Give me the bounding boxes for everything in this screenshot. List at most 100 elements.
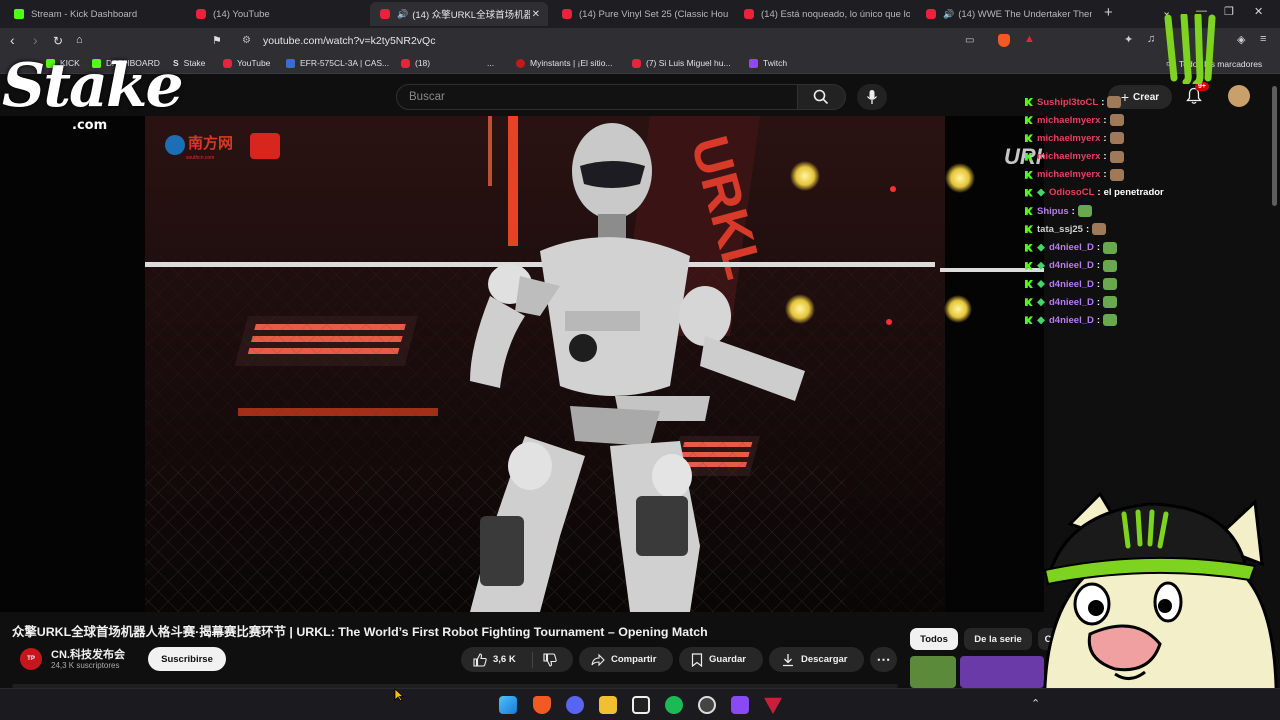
voice-search-button[interactable] xyxy=(857,84,887,110)
close-tab-icon[interactable]: ✕ xyxy=(532,9,540,20)
close-window-icon[interactable]: ✕ xyxy=(1254,5,1263,18)
vpn-icon[interactable]: ◈ xyxy=(1237,33,1245,46)
reload-icon[interactable]: ↻ xyxy=(53,34,63,48)
bookmark-twitch[interactable]: Twitch xyxy=(749,58,787,68)
save-button[interactable]: Guardar xyxy=(679,647,763,672)
app-grid-icon[interactable] xyxy=(731,696,749,714)
bookmark-casio[interactable]: EFR-575CL-3A | CAS... xyxy=(286,58,389,68)
recommended-thumbnail[interactable] xyxy=(960,656,1044,688)
discord-icon[interactable] xyxy=(566,696,584,714)
like-button[interactable]: 3,6 K xyxy=(461,651,533,668)
chat-username[interactable]: d4nieel_D xyxy=(1049,260,1094,271)
search-placeholder: Buscar xyxy=(409,91,445,103)
tab-undertaker[interactable]: 🔊 (14) WWE The Undertaker Them xyxy=(916,2,1092,26)
chat-username[interactable]: michaelmyerx xyxy=(1037,169,1100,180)
tab-robot-fight-video[interactable]: 🔊 (14) 众擎URKL全球首场机器人格斗赛 ✕ xyxy=(370,2,548,26)
thumbs-down-icon xyxy=(543,652,557,667)
obs-icon[interactable] xyxy=(632,696,650,714)
brave-browser-icon[interactable] xyxy=(533,696,551,714)
chat-separator: : xyxy=(1096,296,1101,308)
youtube-icon xyxy=(632,58,641,68)
chip-all[interactable]: Todos xyxy=(910,628,958,650)
menu-icon[interactable]: ≡ xyxy=(1260,33,1266,45)
chat-separator: : xyxy=(1085,223,1090,235)
chat-username[interactable]: michaelmyerx xyxy=(1037,115,1100,126)
subscribe-button[interactable]: Suscribirse xyxy=(148,647,226,671)
save-label: Guardar xyxy=(709,654,746,665)
bookmark-youtube[interactable]: YouTube xyxy=(223,58,270,68)
search-input[interactable]: Buscar xyxy=(396,84,798,110)
app-icon[interactable] xyxy=(764,697,782,714)
scrollbar-thumb[interactable] xyxy=(1272,86,1277,206)
chat-username[interactable]: Shipus xyxy=(1037,206,1069,217)
tab-title: Stream - Kick Dashboard xyxy=(31,8,138,20)
tab-youtube-home[interactable]: (14) YouTube xyxy=(186,2,368,26)
bookmark-myinstants[interactable]: Myinstants | ¡El sitio... xyxy=(516,58,613,68)
chat-username[interactable]: tata_ssj25 xyxy=(1037,224,1083,235)
search-icon xyxy=(813,89,829,105)
brave-shields-icon[interactable] xyxy=(998,34,1010,47)
steam-icon[interactable] xyxy=(698,696,716,714)
kick-badge-icon xyxy=(1025,207,1033,216)
more-actions-button[interactable]: ⋯ xyxy=(870,647,897,672)
bookmark-label: EFR-575CL-3A | CAS... xyxy=(300,58,390,68)
myinstants-icon xyxy=(516,58,525,68)
bookmark-luis-miguel[interactable]: (7) Si Luis Miguel hu... xyxy=(632,58,731,68)
bookmark-label: (7) Si Luis Miguel hu... xyxy=(646,58,731,68)
kick-badge-icon xyxy=(1025,98,1033,106)
share-button[interactable]: Compartir xyxy=(579,647,673,672)
kick-badge-icon xyxy=(1025,316,1033,325)
download-icon xyxy=(783,653,793,666)
windows-start-icon[interactable] xyxy=(499,696,517,714)
file-explorer-icon[interactable] xyxy=(599,696,617,714)
windows-taskbar: ⌃ xyxy=(0,688,1280,720)
chat-username[interactable]: OdiosoCL xyxy=(1049,187,1094,198)
chat-username[interactable]: d4nieel_D xyxy=(1049,279,1094,290)
forward-icon[interactable]: › xyxy=(33,32,38,48)
notifications-button[interactable]: 9+ xyxy=(1186,82,1209,110)
more-icon: ⋯ xyxy=(876,651,891,667)
maximize-icon[interactable]: ❐ xyxy=(1224,5,1234,18)
video-player[interactable]: URKL 南方网 southcn.com UR xyxy=(0,116,1044,612)
site-settings-icon[interactable]: ⚙ xyxy=(242,35,251,46)
tab-vinyl-set[interactable]: (14) Pure Vinyl Set 25 (Classic House xyxy=(552,2,728,26)
back-icon[interactable]: ‹ xyxy=(10,32,15,48)
stake-logo-domain: .com xyxy=(72,118,108,133)
chat-username[interactable]: michaelmyerx xyxy=(1037,151,1100,162)
tray-chevron-up-icon[interactable]: ⌃ xyxy=(1031,697,1040,710)
chat-separator: : xyxy=(1096,278,1101,290)
bookmark-more[interactable]: ... xyxy=(487,58,494,68)
chip-series[interactable]: De la serie xyxy=(964,628,1032,650)
channel-avatar[interactable]: TP xyxy=(20,648,42,670)
chat-username[interactable]: d4nieel_D xyxy=(1049,315,1094,326)
download-button[interactable]: Descargar xyxy=(769,647,864,672)
home-icon[interactable]: ⌂ xyxy=(76,34,83,46)
chat-username[interactable]: michaelmyerx xyxy=(1037,133,1100,144)
cast-icon[interactable]: ▭ xyxy=(965,35,974,46)
frog-emote-icon xyxy=(1103,278,1118,290)
youtube-icon xyxy=(401,58,410,68)
channel-name[interactable]: CN.科技发布会 xyxy=(51,646,125,662)
spotify-icon[interactable] xyxy=(665,696,683,714)
address-bar[interactable]: ⚙ youtube.com/watch?v=k2ty5NR2vQc ▭ ▲ xyxy=(230,30,1046,52)
cat-emote-icon xyxy=(1109,150,1124,163)
bookmark-18[interactable]: (18) xyxy=(401,58,430,68)
create-label: Crear xyxy=(1133,91,1160,103)
avatar[interactable] xyxy=(1228,85,1250,107)
music-icon[interactable]: ♫ xyxy=(1147,33,1155,45)
brave-rewards-icon[interactable]: ▲ xyxy=(1024,33,1035,45)
recommended-thumbnail[interactable] xyxy=(910,656,956,688)
tab-kick-dashboard[interactable]: Stream - Kick Dashboard xyxy=(4,2,186,26)
tab-noqueado[interactable]: (14) Está noqueado, lo único que lo xyxy=(734,2,910,26)
chat-username[interactable]: d4nieel_D xyxy=(1049,242,1094,253)
cat-emote-icon xyxy=(1109,114,1124,127)
url-text[interactable]: youtube.com/watch?v=k2ty5NR2vQc xyxy=(263,35,435,47)
extensions-icon[interactable]: ✦ xyxy=(1124,33,1133,46)
dislike-button[interactable] xyxy=(533,652,557,667)
search-button[interactable] xyxy=(798,84,846,110)
tab-title: (14) YouTube xyxy=(213,8,270,20)
chat-username[interactable]: d4nieel_D xyxy=(1049,297,1094,308)
bookmark-icon[interactable]: ⚑ xyxy=(212,34,222,47)
chat-username[interactable]: Sushipl3toCL xyxy=(1037,97,1098,108)
new-tab-button[interactable]: + xyxy=(1104,4,1113,21)
